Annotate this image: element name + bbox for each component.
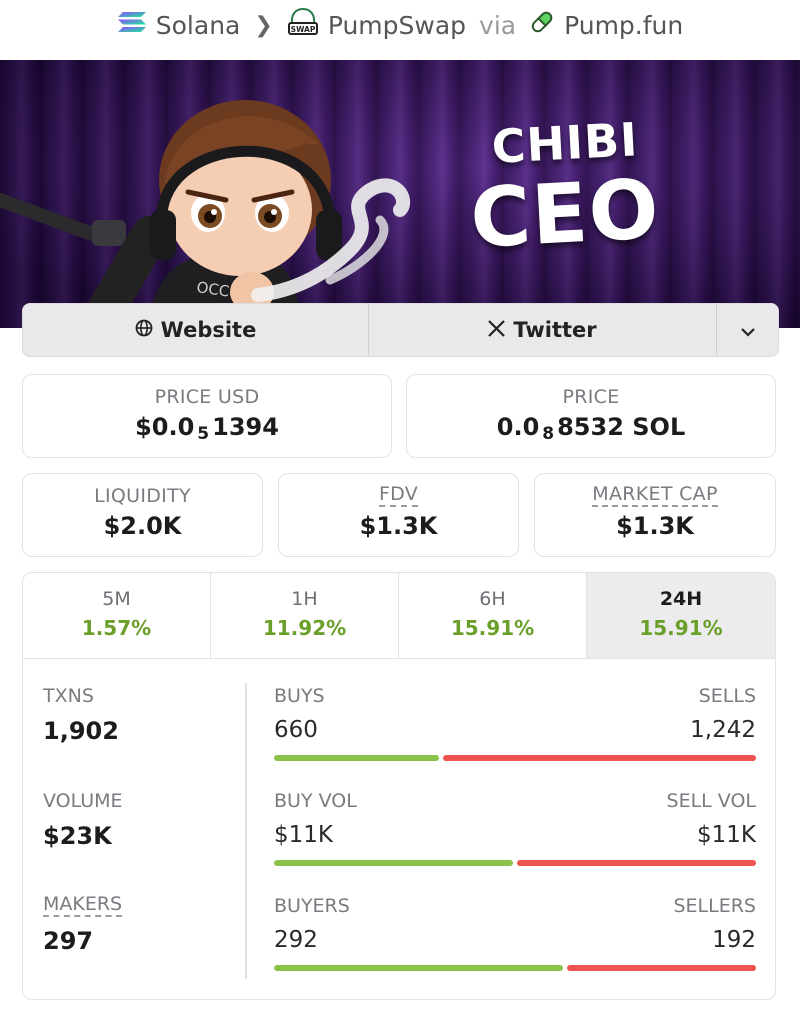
market-cap-card[interactable]: MARKET CAP $1.3K xyxy=(534,473,776,557)
website-button[interactable]: Website xyxy=(23,304,369,356)
sells-label: SELLS xyxy=(698,685,756,707)
buys-value: 660 xyxy=(274,717,318,743)
buyers-label: BUYERS xyxy=(274,895,350,917)
price-usd-value: $0.0 5 1394 xyxy=(135,413,279,444)
stats-grid: TXNS 1,902 VOLUME $23K MAKERS 297 BUYS SE… xyxy=(23,659,775,999)
x-logo-icon xyxy=(488,318,506,342)
divider xyxy=(245,683,247,979)
liquidity-label: LIQUIDITY xyxy=(94,485,191,507)
tab-label: 1H xyxy=(291,588,318,610)
chevron-right-icon: ❯ xyxy=(254,12,273,38)
market-cap-value: $1.3K xyxy=(616,511,694,540)
twitter-label: Twitter xyxy=(513,318,597,342)
buy-vol-value: $11K xyxy=(274,822,333,848)
tab-change: 15.91% xyxy=(450,616,535,640)
liquidity-value: $2.0K xyxy=(103,512,182,540)
buyers-ratio-bar xyxy=(274,965,756,971)
txns-label: TXNS xyxy=(43,685,94,707)
tab-change: 15.91% xyxy=(639,616,723,640)
volume-split-stat: BUY VOL SELL VOL $11K $11K xyxy=(274,790,756,866)
tab-change: 11.92% xyxy=(262,616,347,640)
buys-sells-stat: BUYS SELLS 660 1,242 xyxy=(274,685,756,761)
sell-vol-value: $11K xyxy=(697,822,756,848)
makers-value: 297 xyxy=(43,926,94,955)
breadcrumb-chain[interactable]: Solana xyxy=(156,11,241,40)
volume-stat: VOLUME $23K xyxy=(43,790,123,850)
pill-icon xyxy=(529,9,555,41)
sell-vol-label: SELL VOL xyxy=(666,790,756,812)
timeframe-tabs: 5M 1.57% 1H 11.92% 6H 15.91% 24H 15.91% xyxy=(23,573,775,659)
pumpswap-badge-text: SWAP xyxy=(290,25,315,34)
chibi-character-illustration: OCCUPY xyxy=(0,100,411,328)
breadcrumb-dex[interactable]: PumpSwap xyxy=(328,11,466,40)
txns-value: 1,902 xyxy=(43,717,119,745)
volume-value: $23K xyxy=(43,822,112,850)
twitter-button[interactable]: Twitter xyxy=(369,304,717,356)
breadcrumb-via: via xyxy=(479,10,517,40)
fdv-label[interactable]: FDV xyxy=(378,484,419,507)
fdv-value: $1.3K xyxy=(359,511,438,540)
buy-bar-fill xyxy=(274,860,513,866)
buy-vol-label: BUY VOL xyxy=(274,790,357,812)
buyers-value: 292 xyxy=(274,927,318,953)
chevron-down-icon xyxy=(740,318,756,342)
tab-label: 6H xyxy=(479,588,506,610)
buy-bar-fill xyxy=(274,965,563,971)
globe-icon xyxy=(135,318,153,342)
stats-panel: 5M 1.57% 1H 11.92% 6H 15.91% 24H 15.91% … xyxy=(22,572,776,1000)
liquidity-card: LIQUIDITY $2.0K xyxy=(22,473,263,557)
volume-label: VOLUME xyxy=(43,790,123,812)
banner-title-line2: CEO xyxy=(468,162,662,267)
price-native-label: PRICE xyxy=(562,386,620,408)
sellers-value: 192 xyxy=(712,927,756,953)
volume-ratio-bar xyxy=(274,860,756,866)
tab-label: 24H xyxy=(659,588,703,610)
tab-5m[interactable]: 5M 1.57% xyxy=(23,573,211,658)
sells-value: 1,242 xyxy=(690,717,756,743)
solana-logo-icon xyxy=(117,10,147,40)
price-usd-label: PRICE USD xyxy=(154,386,260,408)
buy-bar-fill xyxy=(274,755,440,761)
txns-stat: TXNS 1,902 xyxy=(43,685,119,745)
buyers-sellers-stat: BUYERS SELLERS 292 192 xyxy=(274,895,756,971)
buys-sells-ratio-bar xyxy=(274,755,756,761)
market-cap-label[interactable]: MARKET CAP xyxy=(592,484,718,507)
tab-24h[interactable]: 24H 15.91% xyxy=(587,573,775,658)
makers-label[interactable]: MAKERS xyxy=(43,894,123,917)
pumpswap-logo-icon: SWAP xyxy=(287,7,319,43)
sell-bar-fill xyxy=(443,755,756,761)
sell-bar-fill xyxy=(517,860,756,866)
tab-change: 1.57% xyxy=(81,616,152,640)
price-native-card: PRICE 0.0 8 8532 SOL xyxy=(406,374,776,458)
price-usd-card: PRICE USD $0.0 5 1394 xyxy=(22,374,392,458)
price-native-value: 0.0 8 8532 SOL xyxy=(496,413,686,444)
breadcrumb-launchpad[interactable]: Pump.fun xyxy=(564,11,683,40)
sellers-label: SELLERS xyxy=(673,895,756,917)
breadcrumb: Solana ❯ SWAP PumpSwap via Pump.fun xyxy=(0,0,800,50)
tab-6h[interactable]: 6H 15.91% xyxy=(399,573,587,658)
sell-bar-fill xyxy=(566,965,756,971)
buys-label: BUYS xyxy=(274,685,325,707)
tab-label: 5M xyxy=(102,588,131,610)
social-links-bar: Website Twitter xyxy=(22,303,779,357)
tab-1h[interactable]: 1H 11.92% xyxy=(211,573,399,658)
banner-title: CHIBI CEO xyxy=(468,112,662,267)
token-banner: OCCUPY CHIBI CEO xyxy=(0,60,800,328)
website-label: Website xyxy=(160,318,257,342)
more-links-button[interactable] xyxy=(717,304,778,356)
makers-stat[interactable]: MAKERS 297 xyxy=(43,894,123,955)
fdv-card[interactable]: FDV $1.3K xyxy=(278,473,519,557)
